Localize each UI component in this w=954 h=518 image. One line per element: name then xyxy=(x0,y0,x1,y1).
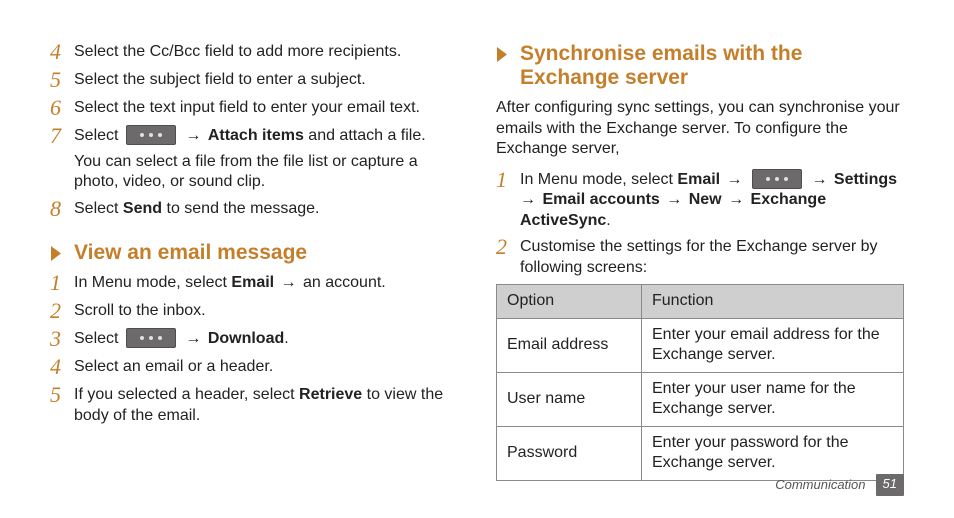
table-cell-function: Enter your user name for the Exchange se… xyxy=(642,372,904,426)
step-text: Select the text input field to enter you… xyxy=(74,98,458,118)
footer-section-name: Communication xyxy=(775,477,865,494)
bold-label: Retrieve xyxy=(299,386,362,403)
heading-text: View an email message xyxy=(74,241,307,265)
sync-step-2: 2 Customise the settings for the Exchang… xyxy=(496,237,904,278)
text-fragment: If you selected a header, select xyxy=(74,386,299,403)
step-number: 8 xyxy=(50,198,74,220)
step-number: 1 xyxy=(50,272,74,294)
right-column: Synchronise emails with the Exchange ser… xyxy=(496,42,904,481)
table-header-row: Option Function xyxy=(497,285,904,318)
text-fragment: . xyxy=(606,212,610,229)
step-number: 3 xyxy=(50,328,74,350)
text-fragment: In Menu mode, select xyxy=(520,171,677,188)
page-footer: Communication 51 xyxy=(775,474,904,496)
step-text: Select → Download. xyxy=(74,329,458,350)
table-cell-function: Enter your password for the Exchange ser… xyxy=(642,426,904,480)
page-container: 4 Select the Cc/Bcc field to add more re… xyxy=(0,0,954,518)
text-fragment: and attach a file. xyxy=(304,127,426,144)
bold-label: Email xyxy=(677,171,720,188)
table-cell-option: User name xyxy=(497,372,642,426)
text-fragment: Select xyxy=(74,127,123,144)
text-fragment: Select xyxy=(74,330,123,347)
step-text: If you selected a header, select Retriev… xyxy=(74,385,458,426)
step-text: Select an email or a header. xyxy=(74,357,458,377)
step-8: 8 Select Send to send the message. xyxy=(50,199,458,221)
step-text: In Menu mode, select Email → an account. xyxy=(74,273,458,293)
step-text: Scroll to the inbox. xyxy=(74,301,458,321)
bold-label: Email accounts xyxy=(542,191,659,208)
step-text: Customise the settings for the Exchange … xyxy=(520,237,904,278)
step-text: In Menu mode, select Email → → Settings … xyxy=(520,170,904,232)
view-step-5: 5 If you selected a header, select Retri… xyxy=(50,385,458,426)
text-fragment: Select xyxy=(74,200,123,217)
table-row: User name Enter your user name for the E… xyxy=(497,372,904,426)
step-number: 7 xyxy=(50,125,74,147)
arrow-icon: → xyxy=(720,171,749,188)
arrow-icon: → xyxy=(722,191,751,208)
step-text: Select Send to send the message. xyxy=(74,199,458,219)
view-step-2: 2 Scroll to the inbox. xyxy=(50,301,458,323)
table-row: Email address Enter your email address f… xyxy=(497,318,904,372)
step-text: Select the Cc/Bcc field to add more reci… xyxy=(74,42,458,62)
step-5: 5 Select the subject field to enter a su… xyxy=(50,70,458,92)
arrow-icon: → xyxy=(179,127,208,144)
chevron-right-icon xyxy=(496,42,520,63)
view-step-4: 4 Select an email or a header. xyxy=(50,357,458,379)
arrow-icon: → xyxy=(805,171,834,188)
step-number: 2 xyxy=(50,300,74,322)
text-fragment: to send the message. xyxy=(162,200,319,217)
step-7-note: You can select a file from the file list… xyxy=(74,152,458,193)
arrow-icon: → xyxy=(179,330,208,347)
more-dots-icon xyxy=(752,169,802,189)
step-number: 4 xyxy=(50,41,74,63)
step-number: 2 xyxy=(496,236,520,258)
step-number: 6 xyxy=(50,97,74,119)
page-number-badge: 51 xyxy=(876,474,904,496)
step-4: 4 Select the Cc/Bcc field to add more re… xyxy=(50,42,458,64)
heading-view-email: View an email message xyxy=(50,241,458,265)
step-number: 5 xyxy=(50,69,74,91)
bold-label: New xyxy=(689,191,722,208)
arrow-icon: → xyxy=(274,274,303,291)
table-cell-option: Password xyxy=(497,426,642,480)
sync-intro-text: After configuring sync settings, you can… xyxy=(496,98,904,159)
step-7: 7 Select → Attach items and attach a fil… xyxy=(50,126,458,148)
step-text: Select → Attach items and attach a file. xyxy=(74,126,458,147)
step-number: 5 xyxy=(50,384,74,406)
view-step-3: 3 Select → Download. xyxy=(50,329,458,351)
text-fragment: . xyxy=(284,330,288,347)
bold-label: Download xyxy=(208,330,284,347)
table-header-function: Function xyxy=(642,285,904,318)
view-step-1: 1 In Menu mode, select Email → an accoun… xyxy=(50,273,458,295)
bold-label: Send xyxy=(123,200,162,217)
step-number: 1 xyxy=(496,169,520,191)
table-row: Password Enter your password for the Exc… xyxy=(497,426,904,480)
more-dots-icon xyxy=(126,328,176,348)
step-number: 4 xyxy=(50,356,74,378)
bold-label: Settings xyxy=(834,171,897,188)
chevron-right-icon xyxy=(50,241,74,262)
more-dots-icon xyxy=(126,125,176,145)
heading-text: Synchronise emails with the Exchange ser… xyxy=(520,42,904,90)
heading-sync-emails: Synchronise emails with the Exchange ser… xyxy=(496,42,904,90)
sync-step-1: 1 In Menu mode, select Email → → Setting… xyxy=(496,170,904,232)
table-header-option: Option xyxy=(497,285,642,318)
text-fragment: an account. xyxy=(303,274,386,291)
bold-label: Email xyxy=(231,274,274,291)
arrow-icon: → xyxy=(660,191,689,208)
text-fragment: In Menu mode, select xyxy=(74,274,231,291)
step-text: Select the subject field to enter a subj… xyxy=(74,70,458,90)
step-6: 6 Select the text input field to enter y… xyxy=(50,98,458,120)
table-cell-function: Enter your email address for the Exchang… xyxy=(642,318,904,372)
columns: 4 Select the Cc/Bcc field to add more re… xyxy=(50,42,904,481)
left-column: 4 Select the Cc/Bcc field to add more re… xyxy=(50,42,458,481)
table-cell-option: Email address xyxy=(497,318,642,372)
exchange-options-table: Option Function Email address Enter your… xyxy=(496,284,904,480)
bold-label: Attach items xyxy=(208,127,304,144)
